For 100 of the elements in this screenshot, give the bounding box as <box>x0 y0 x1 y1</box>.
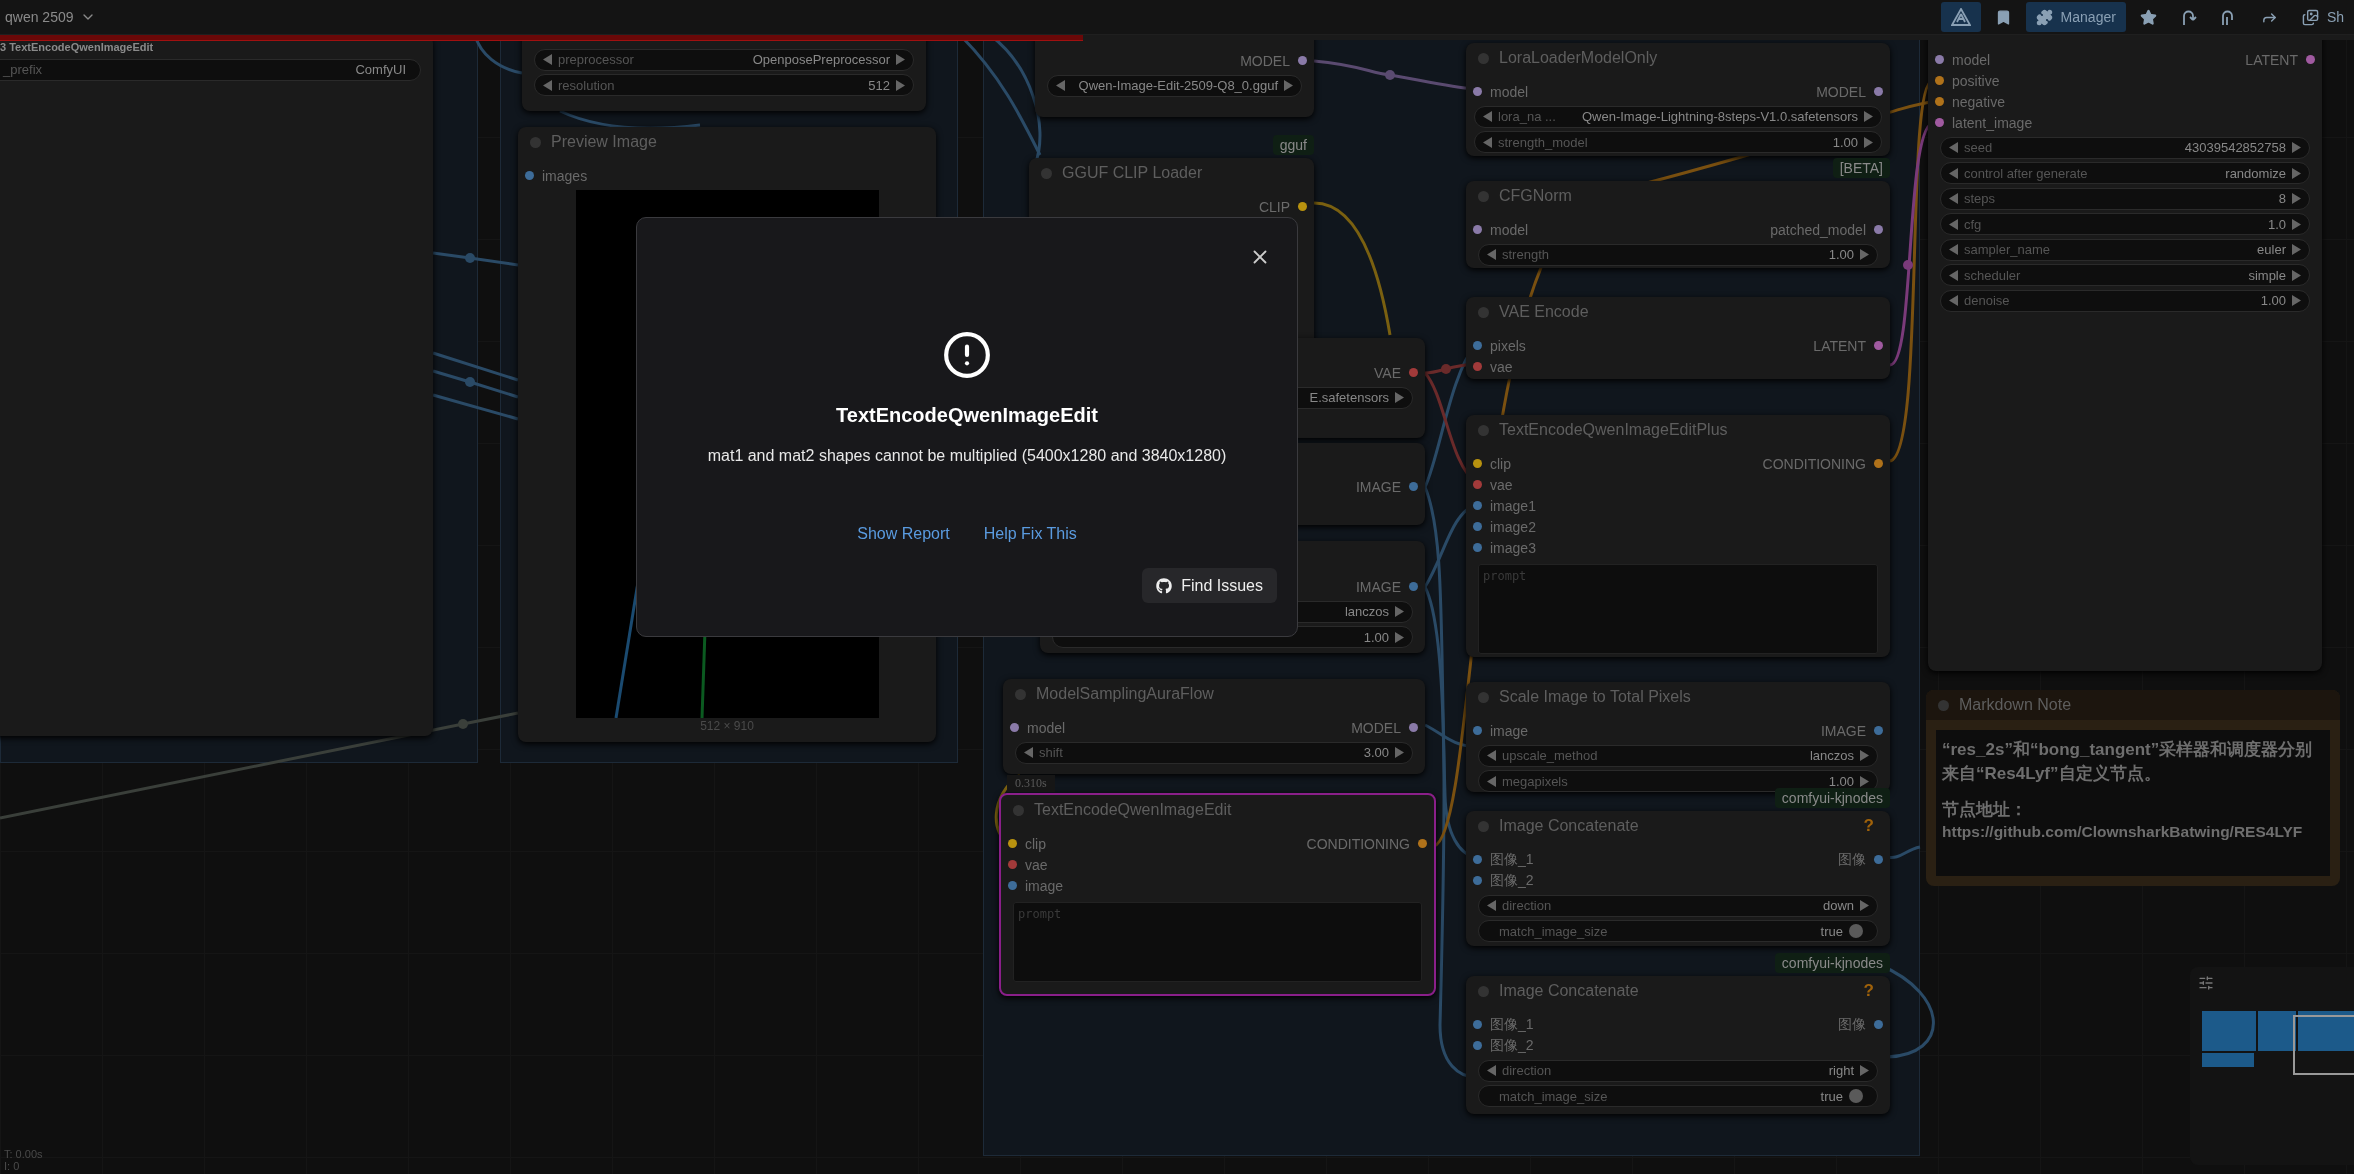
slot-label: 图像_1 <box>1490 1015 1534 1034</box>
slot-label: vae <box>1490 358 1513 375</box>
slot-label: model <box>1027 719 1066 736</box>
widget-value: 512 <box>868 77 890 93</box>
widget-label: direction <box>1502 1063 1552 1078</box>
combo-widget[interactable]: direction right <box>1478 1059 1878 1082</box>
toolbar-button[interactable]: Sh <box>2291 2 2354 32</box>
slot-label: VAE <box>1374 364 1401 381</box>
widget-label: cfg <box>1964 216 1982 232</box>
slot-label: 图像_2 <box>1490 1036 1534 1055</box>
slot-label: 图像_1 <box>1490 850 1534 869</box>
node-title: GGUF CLIP Loader <box>1062 164 1204 182</box>
widget-label: strength <box>1502 247 1549 262</box>
dialog-title: TextEncodeQwenImageEdit <box>836 404 1098 427</box>
combo-widget[interactable]: scheduler simple <box>1940 264 2310 286</box>
widget-label: match_image_size <box>1499 923 1608 939</box>
workflow-tab[interactable]: qwen 2509 <box>0 9 101 25</box>
slot-label: CONDITIONING <box>1762 455 1866 472</box>
number-widget[interactable]: cfg 1.0 <box>1940 213 2310 235</box>
number-widget[interactable]: steps 8 <box>1940 187 2310 210</box>
toggle-widget[interactable]: match_image_size true <box>1478 1085 1878 1107</box>
slot-label: CONDITIONING <box>1306 835 1410 852</box>
slot-label: images <box>542 167 588 184</box>
number-widget[interactable]: seed 43039542852758 <box>1940 136 2310 159</box>
node-title: Scale Image to Total Pixels <box>1499 688 1692 706</box>
slot-label: 图像_2 <box>1490 871 1534 890</box>
text-widget[interactable]: _prefix ComfyUI <box>0 58 421 81</box>
slot-label: negative <box>1952 93 2005 110</box>
combo-widget[interactable]: direction down <box>1478 894 1878 917</box>
slot-label: model <box>1490 221 1529 238</box>
widget-label: denoise <box>1964 293 2010 308</box>
number-widget[interactable]: megapixels 1.00 <box>1478 770 1878 792</box>
combo-widget[interactable]: control after generate randomize <box>1940 162 2310 184</box>
node-badge: gguf <box>1272 135 1314 155</box>
widget-label: lora_na ... <box>1498 109 1556 124</box>
toggle-widget[interactable]: match_image_size true <box>1478 920 1878 942</box>
note-link[interactable]: https://github.com/ClownsharkBatwing/RES4LYF <box>1942 822 2324 841</box>
slot-label: image1 <box>1490 497 1536 514</box>
execution-time: 0.310s <box>1007 775 1055 792</box>
node-title: TextEncodeQwenImageEdit <box>1034 801 1233 819</box>
node-title: Preview Image <box>551 133 658 151</box>
widget-value: 8 <box>2278 191 2286 206</box>
widget-value: true <box>1820 1088 1843 1104</box>
slot-label: image3 <box>1490 539 1536 556</box>
node-title: Image Concatenate <box>1499 982 1640 1000</box>
widget-label: upscale_method <box>1502 748 1598 763</box>
slot-label: image <box>1025 877 1064 894</box>
number-widget[interactable]: strength_model 1.00 <box>1474 131 1882 153</box>
number-widget[interactable]: resolution 512 <box>534 74 914 96</box>
number-widget[interactable]: strength 1.00 <box>1478 243 1878 266</box>
number-widget[interactable]: shift 3.00 <box>1015 741 1413 764</box>
widget-label: scheduler <box>1964 267 2021 283</box>
widget-value: down <box>1822 898 1854 913</box>
combo-widget[interactable]: upscale_method lanczos <box>1478 744 1878 767</box>
help-button[interactable]: ? <box>1859 816 1878 836</box>
combo-widget[interactable]: lora_na ... Qwen-Image-Lightning-8steps-V1.0.safetensors <box>1474 105 1882 128</box>
note-text: “res_2s”和“bong_tangent”采样器和调度器分别来自“Res4Lyf”自定义节点。 <box>1942 739 2314 785</box>
slot-label: IMAGE <box>1355 578 1401 595</box>
widget-label: control after generate <box>1964 165 2088 181</box>
slot-label: IMAGE <box>1355 478 1401 495</box>
slot-label: LATENT <box>1813 337 1866 354</box>
widget-value: right <box>1828 1063 1854 1078</box>
slot-label: 图像 <box>1838 850 1866 869</box>
slot-label: 图像 <box>1838 1015 1866 1034</box>
slot-label: vae <box>1490 476 1513 493</box>
toolbar-button[interactable]: Manager <box>2025 2 2126 32</box>
find-issues-button[interactable]: Find Issues <box>1142 568 1277 603</box>
slot-label: model <box>1952 51 1991 68</box>
widget-value: randomize <box>2225 165 2286 181</box>
widget-value: 1.00 <box>1828 247 1854 262</box>
node-title: Image Concatenate <box>1499 817 1640 835</box>
combo-widget[interactable]: preprocessor OpenposePreprocessor <box>534 48 914 71</box>
combo-widget[interactable]: Qwen-Image-Edit-2509-Q8_0.gguf <box>1047 74 1302 97</box>
dialog-link[interactable]: Help Fix This <box>983 525 1077 543</box>
slot-label: LATENT <box>2245 51 2298 68</box>
widget-label: resolution <box>558 77 615 93</box>
dialog-link[interactable]: Show Report <box>857 525 950 543</box>
widget-value: simple <box>2248 267 2286 283</box>
widget-value: OpenposePreprocessor <box>752 52 890 67</box>
number-widget[interactable]: denoise 1.00 <box>1940 289 2310 312</box>
help-button[interactable]: ? <box>1859 981 1878 1001</box>
node-title: VAE Encode <box>1499 303 1590 321</box>
widget-value: E.safetensors <box>1309 390 1389 405</box>
widget-label: steps <box>1964 191 1996 206</box>
widget-value: 1.00 <box>1363 629 1389 645</box>
widget-label: strength_model <box>1498 134 1588 150</box>
widget-label: preprocessor <box>558 52 634 67</box>
widget-value: Qwen-Image-Lightning-8steps-V1.0.safetensors <box>1581 109 1858 124</box>
node-title: Markdown Note <box>1959 696 2073 714</box>
node-badge: comfyui-kjnodes <box>1774 788 1890 808</box>
slot-label: MODEL <box>1351 719 1401 736</box>
node-badge: [BETA] <box>1832 158 1890 178</box>
widget-value: 43039542852758 <box>2184 140 2286 155</box>
node-title: ModelSamplingAuraFlow <box>1036 685 1215 703</box>
slot-label: MODEL <box>1240 52 1290 69</box>
widget-label: direction <box>1502 898 1552 913</box>
combo-widget[interactable]: sampler_name euler <box>1940 238 2310 261</box>
slot-label: clip <box>1025 835 1046 852</box>
widget-value: lanczos <box>1809 748 1854 763</box>
slot-label: image2 <box>1490 518 1536 535</box>
